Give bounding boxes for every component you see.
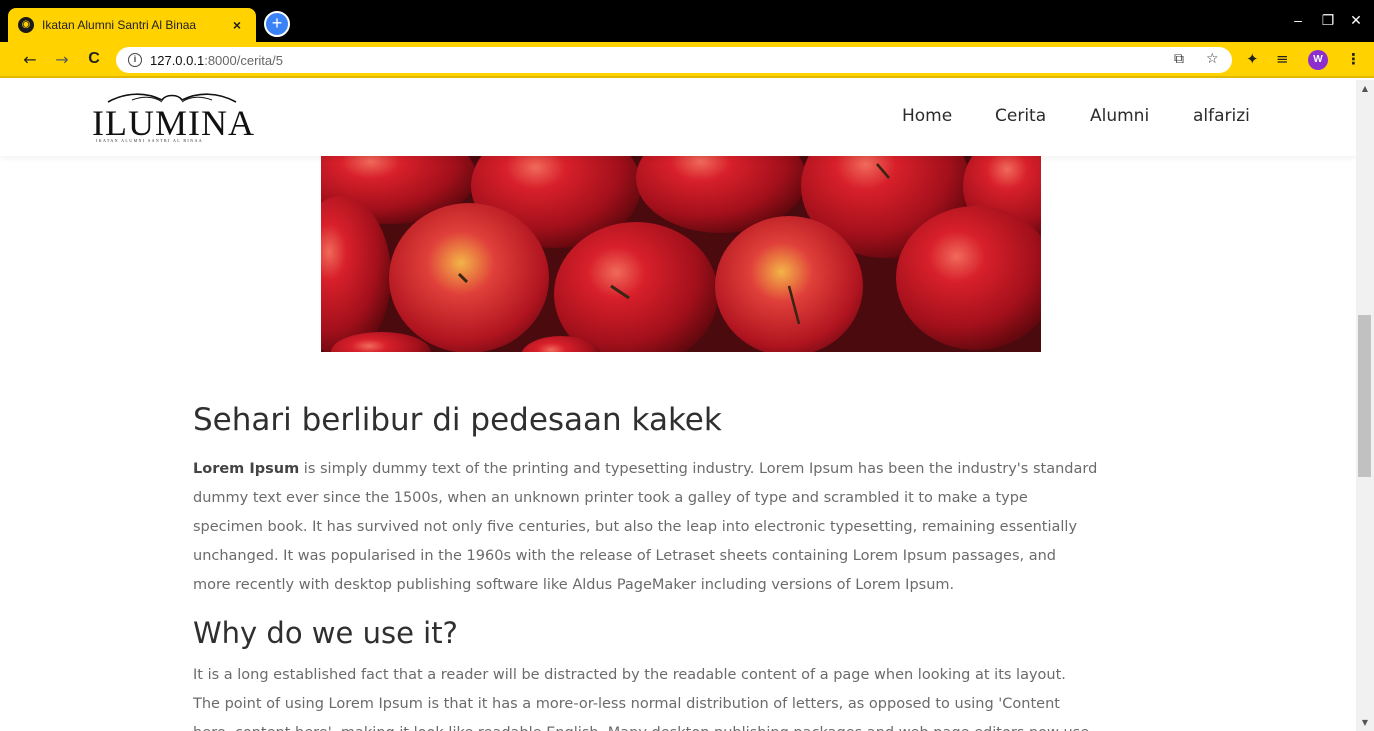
globe-icon: ◉ — [18, 17, 34, 33]
tab-close-button[interactable]: × — [228, 17, 246, 33]
new-tab-button[interactable]: + — [264, 11, 290, 37]
paragraph-line: specimen book. It has survived not only … — [193, 519, 1078, 535]
article-title: Sehari berlibur di pedesaan kakek — [193, 402, 722, 438]
reading-list-icon[interactable]: ≡ — [1276, 50, 1289, 68]
site-header: ILUMINA IKATAN ALUMNI SANTRI AL BINAA Ho… — [0, 80, 1356, 156]
browser-menu-icon[interactable]: ⋮ — [1346, 50, 1361, 68]
back-button[interactable]: ← — [20, 50, 40, 69]
bold-lead: Lorem Ipsum — [193, 461, 300, 477]
page-viewport: ILUMINA IKATAN ALUMNI SANTRI AL BINAA Ho… — [0, 80, 1356, 731]
page-scrollbar[interactable]: ▲ ▼ — [1356, 80, 1374, 731]
section-heading: Why do we use it? — [193, 616, 458, 650]
paragraph-line: dummy text ever since the 1500s, when an… — [193, 490, 1028, 506]
browser-tab-active[interactable]: ◉ Ikatan Alumni Santri Al Binaa × — [8, 8, 256, 42]
nav-home[interactable]: Home — [902, 106, 952, 126]
tab-title: Ikatan Alumni Santri Al Binaa — [42, 18, 197, 32]
paragraph-line: here, content here', making it look like… — [193, 719, 1178, 731]
nav-alumni[interactable]: Alumni — [1090, 106, 1149, 126]
forward-button[interactable]: → — [52, 50, 72, 69]
close-window-button[interactable]: ✕ — [1346, 12, 1366, 29]
bookmark-star-icon[interactable]: ☆ — [1206, 51, 1219, 67]
paragraph-line: The point of using Lorem Ipsum is that i… — [193, 696, 1060, 712]
article-paragraph-1: Lorem Ipsum is simply dummy text of the … — [193, 455, 1178, 600]
browser-toolbar: ← → C i 127.0.0.1:8000/cerita/5 ⧉ ☆ ✦ ≡ … — [0, 42, 1374, 78]
url-host: 127.0.0.1 — [150, 52, 205, 68]
apples-photo — [321, 156, 1041, 352]
browser-tab-strip: ◉ Ikatan Alumni Santri Al Binaa × + – ❐ … — [0, 0, 1374, 42]
minimize-button[interactable]: – — [1288, 12, 1308, 28]
paragraph-line: unchanged. It was popularised in the 196… — [193, 548, 1056, 564]
nav-user-alfarizi[interactable]: alfarizi — [1193, 106, 1250, 126]
profile-avatar[interactable]: W — [1308, 50, 1328, 70]
extensions-puzzle-icon[interactable]: ✦ — [1246, 50, 1259, 68]
scrollbar-thumb[interactable] — [1358, 315, 1371, 477]
translate-icon[interactable]: ⧉ — [1174, 51, 1184, 67]
site-info-icon[interactable]: i — [128, 53, 142, 67]
scroll-down-arrow-icon[interactable]: ▼ — [1356, 718, 1374, 727]
site-logo[interactable]: ILUMINA IKATAN ALUMNI SANTRI AL BINAA — [92, 90, 254, 148]
address-bar[interactable]: i 127.0.0.1:8000/cerita/5 ⧉ ☆ — [116, 47, 1232, 73]
scroll-up-arrow-icon[interactable]: ▲ — [1356, 84, 1374, 93]
article-paragraph-2: It is a long established fact that a rea… — [193, 661, 1178, 731]
maximize-button[interactable]: ❐ — [1318, 12, 1338, 29]
paragraph-line: more recently with desktop publishing so… — [193, 577, 955, 593]
nav-cerita[interactable]: Cerita — [995, 106, 1046, 126]
paragraph-line: Lorem Ipsum is simply dummy text of the … — [193, 461, 1098, 477]
reload-button[interactable]: C — [84, 50, 104, 68]
paragraph-line: It is a long established fact that a rea… — [193, 667, 1066, 683]
article-hero-image — [321, 156, 1041, 352]
url-path: :8000/cerita/5 — [204, 52, 283, 68]
logo-subtitle: IKATAN ALUMNI SANTRI AL BINAA — [96, 138, 204, 143]
